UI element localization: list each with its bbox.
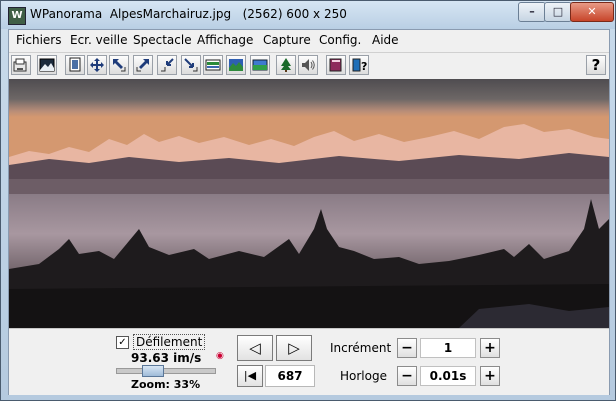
help-button[interactable]: ? <box>586 55 606 75</box>
image-icon[interactable] <box>37 55 57 75</box>
menu-aide[interactable]: Aide <box>372 33 399 47</box>
image-dimensions: (2562) 600 x 250 <box>242 7 347 21</box>
previous-button[interactable]: ◁ <box>237 335 273 361</box>
panorama-view[interactable] <box>9 79 609 328</box>
menu-fichiers[interactable]: Fichiers <box>16 33 61 47</box>
zoom-slider-thumb[interactable] <box>142 365 164 377</box>
sound-icon[interactable] <box>298 55 318 75</box>
menu-spectacle[interactable]: Spectacle <box>133 33 192 47</box>
open-file-icon[interactable] <box>11 55 31 75</box>
menu-ecr-veille[interactable]: Ecr. veille <box>70 33 128 47</box>
panorama-strip-icon[interactable] <box>203 55 223 75</box>
first-button[interactable]: |◀ <box>237 365 263 387</box>
horizon-icon[interactable] <box>250 55 270 75</box>
clock-minus-button[interactable]: − <box>397 366 417 386</box>
expand-right-icon[interactable] <box>133 55 153 75</box>
title-bar[interactable]: W WPanorama AlpesMarchairuz.jpg (2562) 6… <box>1 1 615 29</box>
scroll-label[interactable]: Défilement <box>133 334 206 350</box>
client-area: Fichiers Ecr. veille Spectacle Affichage… <box>8 29 610 395</box>
window-title: WPanorama AlpesMarchairuz.jpg (2562) 600… <box>30 7 347 21</box>
increment-plus-button[interactable]: + <box>480 338 500 358</box>
zoom-slider-track[interactable] <box>116 368 216 374</box>
app-window: W WPanorama AlpesMarchairuz.jpg (2562) 6… <box>0 0 616 401</box>
clock-label: Horloge <box>340 369 387 383</box>
increment-minus-button[interactable]: − <box>397 338 417 358</box>
app-name: WPanorama <box>30 7 103 21</box>
zoom-label: Zoom: 33% <box>131 378 201 391</box>
landscape-icon[interactable] <box>226 55 246 75</box>
toolbar: ? ? <box>9 52 609 79</box>
shrink-diagonal-icon[interactable] <box>157 55 177 75</box>
svg-text:?: ? <box>361 60 367 73</box>
next-button[interactable]: ▷ <box>276 335 312 361</box>
panorama-image <box>9 79 609 328</box>
menu-config[interactable]: Config. <box>319 33 361 47</box>
clock-plus-button[interactable]: + <box>480 366 500 386</box>
app-icon[interactable]: W <box>8 7 26 25</box>
clock-field[interactable]: 0.01s <box>420 366 476 386</box>
expand-diagonal-icon[interactable] <box>181 55 201 75</box>
increment-field[interactable]: 1 <box>420 338 476 358</box>
controls-panel: ✓ Défilement 93.63 im/s ◉ Zoom: 33% ◁ ▷ … <box>9 328 609 395</box>
help-book-icon[interactable]: ? <box>349 55 369 75</box>
increment-label: Incrément <box>330 341 392 355</box>
position-field[interactable]: 687 <box>265 365 315 387</box>
speed-readout: 93.63 im/s <box>131 351 202 365</box>
maximize-button[interactable]: □ <box>544 2 572 22</box>
file-name: AlpesMarchairuz.jpg <box>109 7 232 21</box>
menu-affichage[interactable]: Affichage <box>197 33 253 47</box>
scroll-checkbox[interactable]: ✓ <box>116 336 129 349</box>
book-icon[interactable] <box>326 55 346 75</box>
menu-bar: Fichiers Ecr. veille Spectacle Affichage… <box>9 30 609 50</box>
menu-capture[interactable]: Capture <box>263 33 311 47</box>
minimize-button[interactable]: – <box>518 2 546 22</box>
close-button[interactable]: ✕ <box>570 2 614 22</box>
shrink-left-icon[interactable] <box>109 55 129 75</box>
move-icon[interactable] <box>87 55 107 75</box>
tree-icon[interactable] <box>276 55 296 75</box>
copy-icon[interactable] <box>65 55 85 75</box>
speed-indicator-icon: ◉ <box>216 351 224 361</box>
